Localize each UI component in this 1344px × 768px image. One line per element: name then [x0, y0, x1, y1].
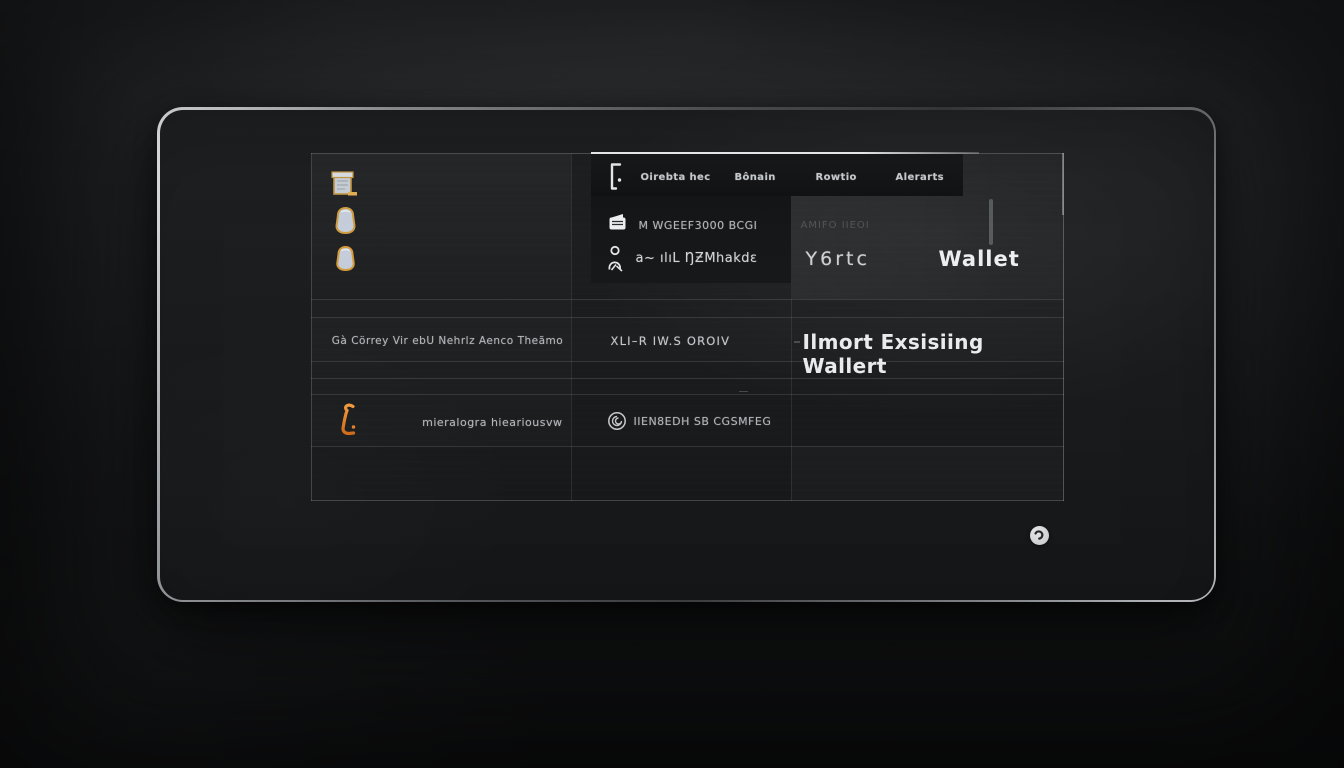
grid-line	[311, 299, 1064, 300]
meta-row-value[interactable]: IIEN8EDH SB CGSMFEG	[634, 415, 772, 428]
vote-label: Y6rtc	[806, 248, 870, 270]
grid-line	[311, 446, 1064, 447]
tick-mark	[794, 341, 800, 343]
grid-line	[1062, 153, 1064, 215]
person-icon[interactable]	[607, 245, 625, 277]
spiral-icon[interactable]	[607, 411, 627, 435]
import-wallet-button[interactable]: Ilmort Exsisiing Wallert	[803, 330, 1064, 378]
help-icon	[1033, 529, 1045, 541]
grid-line	[311, 153, 312, 501]
cell-shade	[791, 446, 1063, 500]
network-row-value[interactable]: XLI–R IW.S OROIV	[611, 334, 731, 348]
grid-line	[311, 378, 1064, 379]
scroll-icon[interactable]	[331, 169, 359, 203]
faint-label: AMIFO IIEOI	[801, 220, 870, 231]
fox-icon[interactable]	[337, 402, 359, 443]
help-button[interactable]	[1030, 526, 1049, 545]
meta-row-label[interactable]: mieralogra hieariousvw	[411, 416, 563, 429]
grid-line	[571, 153, 572, 501]
network-row-label[interactable]: Gà Cörrey Vir ebU Nehrlz Aenco Theãmo	[325, 335, 571, 347]
account-row-label[interactable]: M WGEEF3000 BCGI	[639, 219, 758, 232]
shield-icon[interactable]	[333, 206, 358, 239]
background: Oirebta hec Bônain Rowtio Alerarts M WGE…	[0, 0, 1344, 768]
grid-line	[791, 299, 792, 501]
tab-item[interactable]: Rowtio	[816, 172, 857, 183]
grid-line	[311, 500, 1064, 501]
wallet-title: Wallet	[939, 247, 1020, 271]
grid-line	[311, 394, 1064, 395]
tab-bar-highlight	[591, 152, 979, 154]
tick-mark	[739, 391, 748, 393]
wallet-icon[interactable]	[608, 212, 628, 235]
tab-item[interactable]: Bônain	[735, 172, 776, 183]
bracket-icon[interactable]	[609, 163, 624, 194]
tab-item[interactable]: Oirebta hec	[641, 172, 711, 183]
shield-icon[interactable]	[334, 245, 357, 276]
device-frame: Oirebta hec Bônain Rowtio Alerarts M WGE…	[157, 107, 1216, 602]
wallet-table: Oirebta hec Bônain Rowtio Alerarts M WGE…	[311, 153, 1064, 501]
device-screen: Oirebta hec Bônain Rowtio Alerarts M WGE…	[160, 110, 1214, 600]
scrollbar-thumb[interactable]	[989, 199, 993, 245]
person-row-label[interactable]: a~ ılıL ŊƵMhakdɛ	[636, 251, 758, 266]
grid-line	[311, 317, 1064, 318]
tab-item[interactable]: Alerarts	[896, 172, 945, 183]
